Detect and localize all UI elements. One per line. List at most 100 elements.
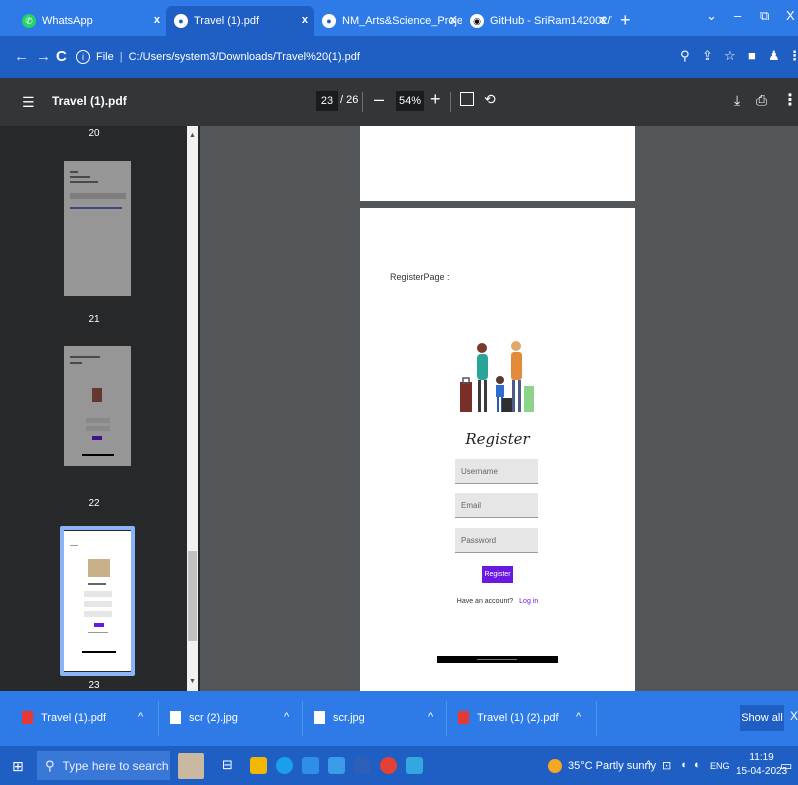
- scroll-up-arrow-icon[interactable]: ▲: [187, 132, 198, 139]
- tab-title: GitHub - SriRam142002/Travel-p: [490, 15, 612, 27]
- thumbnail-label: 22: [88, 498, 100, 509]
- download-icon[interactable]: ⤓: [734, 92, 740, 109]
- pdf-viewer[interactable]: RegisterPage : Register Username Email P…: [200, 126, 798, 691]
- thumbnail-page-21[interactable]: [64, 161, 131, 296]
- teams-icon[interactable]: ◐: [694, 759, 701, 771]
- download-filename: Travel (1).pdf: [41, 711, 107, 724]
- print-icon[interactable]: ⎙: [756, 92, 767, 109]
- chevron-up-icon[interactable]: ^: [428, 711, 433, 723]
- mail-icon[interactable]: [328, 757, 345, 774]
- divider: [596, 701, 597, 736]
- tab-close-icon[interactable]: x: [154, 14, 160, 26]
- tab-nm-docs[interactable]: ● NM_Arts&Science_Project_Docu x: [314, 6, 462, 36]
- store-icon[interactable]: [302, 757, 319, 774]
- pdf-toolbar: ☰ Travel (1).pdf 23 / 26 – 54% + ⟲ ⤓ ⎙ ⋮: [0, 78, 798, 126]
- scroll-down-arrow-icon[interactable]: ▼: [187, 678, 198, 685]
- file-explorer-icon[interactable]: [250, 757, 267, 774]
- username-field[interactable]: Username: [455, 459, 538, 484]
- network-icon[interactable]: ⊡: [662, 759, 671, 772]
- weather-widget[interactable]: 35°C Partly sunny: [548, 759, 656, 773]
- whatsapp-icon: ✆: [22, 14, 36, 28]
- hamburger-menu-icon[interactable]: ☰: [22, 94, 35, 111]
- thumb-field: [84, 601, 112, 607]
- url-text: C:/Users/system3/Downloads/Travel%20(1).…: [128, 51, 360, 63]
- toolbar-divider: [362, 92, 363, 112]
- chrome-icon[interactable]: [380, 757, 397, 774]
- tab-travel-pdf[interactable]: ● Travel (1).pdf x: [166, 6, 314, 36]
- photos-icon[interactable]: [406, 757, 423, 774]
- forward-arrow-icon[interactable]: →: [36, 48, 51, 65]
- volume-icon[interactable]: ◖: [680, 759, 687, 771]
- thumb-text: [70, 356, 100, 358]
- register-button[interactable]: Register: [482, 566, 513, 583]
- chevron-up-icon[interactable]: ^: [576, 711, 581, 723]
- chevron-up-icon[interactable]: ^: [138, 711, 143, 723]
- sidebar-scrollbar[interactable]: ▲ ▼: [187, 126, 198, 691]
- omnibox[interactable]: i File | C:/Users/system3/Downloads/Trav…: [76, 44, 636, 70]
- fit-to-page-icon[interactable]: [460, 92, 474, 106]
- image-file-icon: [170, 711, 181, 724]
- divider: |: [119, 51, 123, 63]
- profile-icon[interactable]: ♟: [768, 48, 780, 64]
- word-icon[interactable]: [354, 757, 371, 774]
- zoom-lens-icon[interactable]: ⚲: [680, 48, 690, 64]
- bookmark-star-icon[interactable]: ☆: [724, 48, 736, 64]
- download-item-travel-pdf[interactable]: Travel (1).pdf: [22, 711, 106, 724]
- download-item-scr-jpg[interactable]: scr.jpg: [314, 711, 365, 724]
- thumbnail-page-22[interactable]: [64, 346, 131, 466]
- pdf-file-icon: [458, 711, 469, 724]
- back-arrow-icon[interactable]: ←: [14, 48, 29, 65]
- bar-line: [477, 659, 517, 660]
- thumb-bar: [82, 454, 114, 456]
- task-view-icon[interactable]: ⊟: [222, 757, 239, 774]
- zoom-in-button[interactable]: +: [430, 89, 441, 110]
- password-field[interactable]: Password: [455, 528, 538, 553]
- language-indicator[interactable]: ENG: [710, 761, 730, 771]
- notification-icon[interactable]: ▭: [780, 758, 792, 774]
- side-panel-icon[interactable]: ■: [748, 48, 756, 63]
- toolbar-divider: [450, 92, 451, 112]
- new-tab-button[interactable]: +: [620, 10, 631, 31]
- zoom-out-button[interactable]: –: [374, 89, 384, 110]
- zoom-input[interactable]: 54%: [396, 91, 424, 111]
- weather-sun-icon: [548, 759, 562, 773]
- email-field[interactable]: Email: [455, 493, 538, 518]
- divider: [302, 701, 303, 736]
- minimize-button[interactable]: –: [734, 8, 741, 23]
- windows-start-icon[interactable]: ⊞: [12, 758, 24, 775]
- info-icon[interactable]: i: [76, 50, 90, 64]
- close-window-button[interactable]: X: [786, 8, 795, 23]
- taskbar-search-box[interactable]: ⚲ Type here to search: [37, 751, 170, 780]
- have-account-label: Have an account?: [456, 598, 514, 605]
- tab-close-icon[interactable]: x: [600, 14, 606, 26]
- search-placeholder: Type here to search: [62, 758, 169, 773]
- download-item-travel-pdf-2[interactable]: Travel (1) (2).pdf: [458, 711, 559, 724]
- tab-title: Travel (1).pdf: [194, 15, 260, 27]
- weather-text: 35°C Partly sunny: [568, 760, 657, 772]
- page-number-input[interactable]: 23: [316, 91, 338, 111]
- tab-whatsapp[interactable]: ✆ WhatsApp x: [14, 6, 166, 36]
- cortana-image-icon[interactable]: [178, 753, 204, 779]
- chevron-up-icon[interactable]: ^: [284, 711, 289, 723]
- reload-icon[interactable]: C: [56, 48, 67, 65]
- login-link[interactable]: Log in: [519, 598, 538, 605]
- tab-search-icon[interactable]: ⌄: [706, 8, 717, 24]
- edge-icon[interactable]: [276, 757, 293, 774]
- tray-chevron-icon[interactable]: ^: [646, 759, 651, 771]
- rotate-icon[interactable]: ⟲: [484, 91, 496, 108]
- more-actions-icon[interactable]: ⋮: [782, 90, 798, 110]
- show-all-button[interactable]: Show all: [740, 705, 784, 731]
- thumbnail-page-23[interactable]: [64, 531, 131, 671]
- browser-menu-icon[interactable]: ⋮: [788, 48, 798, 64]
- restore-button[interactable]: ⧉: [760, 8, 769, 24]
- scrollbar-thumb[interactable]: [188, 551, 197, 641]
- windows-taskbar: ⊞ ⚲ Type here to search ⊟ 35°C Partly su…: [0, 746, 798, 785]
- tab-github[interactable]: ◉ GitHub - SriRam142002/Travel-p x: [462, 6, 612, 36]
- close-downloads-icon[interactable]: X: [790, 709, 798, 723]
- share-icon[interactable]: ⇪: [702, 48, 713, 64]
- register-heading: Register: [465, 430, 530, 448]
- download-item-scr2-jpg[interactable]: scr (2).jpg: [170, 711, 238, 724]
- tab-close-icon[interactable]: x: [450, 14, 456, 26]
- tab-close-icon[interactable]: x: [302, 14, 308, 26]
- thumb-text: [88, 583, 106, 585]
